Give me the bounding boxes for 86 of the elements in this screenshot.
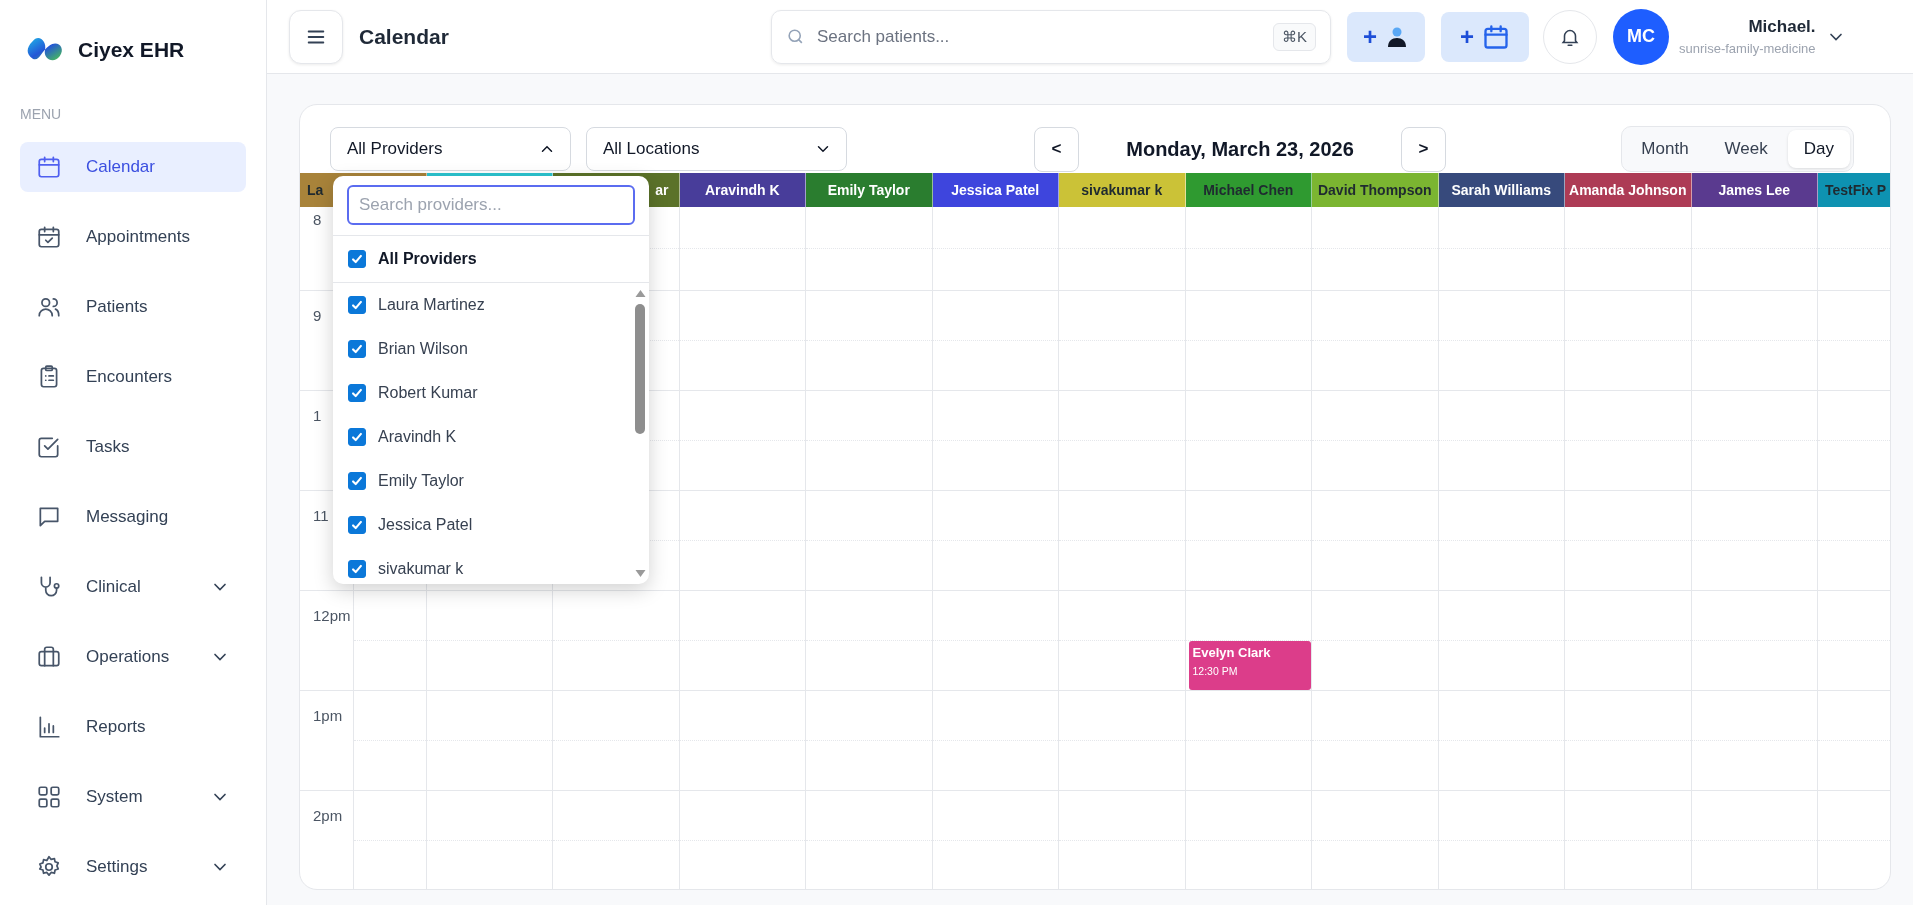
provider-option[interactable]: Robert Kumar xyxy=(333,371,631,415)
checkbox[interactable] xyxy=(348,428,366,446)
checkmark-icon xyxy=(350,342,364,356)
provider-option[interactable]: Emily Taylor xyxy=(333,459,631,503)
hour-label: 12pm xyxy=(313,607,351,624)
provider-column-header: sivakumar k xyxy=(1059,173,1186,207)
checkmark-icon xyxy=(350,252,364,266)
current-date: Monday, March 23, 2026 xyxy=(1125,137,1355,161)
search-input[interactable]: Search patients... xyxy=(815,25,1263,48)
checkbox[interactable] xyxy=(348,340,366,358)
user-name: Michael. xyxy=(1748,17,1816,37)
provider-column-header: Jessica Patel xyxy=(932,173,1059,207)
view-tab[interactable]: Week xyxy=(1708,130,1784,168)
scroll-down-arrow-icon[interactable] xyxy=(634,570,646,578)
checkbox[interactable] xyxy=(348,250,366,268)
provider-column-header: Sarah Williams xyxy=(1438,173,1565,207)
scrollbar-thumb[interactable] xyxy=(635,304,645,434)
calendar-check-icon xyxy=(36,224,62,250)
bar-chart-icon xyxy=(36,714,62,740)
provider-column-header: Aravindh K xyxy=(679,173,806,207)
checkbox[interactable] xyxy=(348,296,366,314)
sidebar-item[interactable]: Encounters xyxy=(20,352,246,402)
provider-column-header: Michael Chen xyxy=(1185,173,1312,207)
checkmark-icon xyxy=(350,430,364,444)
checkbox[interactable] xyxy=(348,560,366,578)
view-tab[interactable]: Month xyxy=(1625,130,1705,168)
hour-label: 8 xyxy=(313,211,322,228)
checkmark-icon xyxy=(350,386,364,400)
app-name: Ciyex EHR xyxy=(78,38,185,62)
checkmark-icon xyxy=(350,562,364,576)
scroll-up-arrow-icon[interactable] xyxy=(634,289,646,297)
checkbox[interactable] xyxy=(348,472,366,490)
sidebar-item[interactable]: Appointments xyxy=(20,212,246,262)
checkmark-icon xyxy=(350,518,364,532)
view-tab[interactable]: Day xyxy=(1787,130,1850,168)
search-field[interactable]: Search patients... ⌘K xyxy=(771,9,1331,64)
provider-search-field[interactable]: Search providers... xyxy=(347,185,635,225)
hour-label: 2pm xyxy=(313,807,343,824)
add-appointment-button[interactable]: + xyxy=(1441,11,1529,62)
sidebar-item[interactable]: Messaging xyxy=(20,492,246,542)
menu-button[interactable] xyxy=(289,9,343,64)
filter-dropdown[interactable]: All Locations xyxy=(586,127,847,171)
checkbox[interactable] xyxy=(348,516,366,534)
grid-icon xyxy=(36,784,62,810)
hour-label: 11 xyxy=(313,507,329,524)
checkbox[interactable] xyxy=(348,384,366,402)
provider-option[interactable]: Laura Martinez xyxy=(333,283,631,327)
checkmark-icon xyxy=(350,474,364,488)
chat-bubble-icon xyxy=(36,504,62,530)
next-day-button[interactable]: > xyxy=(1401,126,1446,172)
shortcut-badge: ⌘K xyxy=(1273,22,1316,51)
sidebar-item[interactable]: Settings xyxy=(20,842,246,892)
hour-label: 1pm xyxy=(313,707,343,724)
sidebar-item[interactable]: Calendar xyxy=(20,142,246,192)
checkbox-icon xyxy=(36,434,62,460)
previous-day-button[interactable]: < xyxy=(1034,126,1079,172)
notifications-button[interactable] xyxy=(1543,9,1597,64)
sidebar-item[interactable]: Patients xyxy=(20,282,246,332)
add-patient-button[interactable]: + xyxy=(1347,11,1425,62)
sidebar-item[interactable]: Tasks xyxy=(20,422,246,472)
provider-option[interactable]: Jessica Patel xyxy=(333,503,631,547)
hour-label: 9 xyxy=(313,307,322,324)
briefcase-icon xyxy=(36,644,62,670)
provider-column-header: James Lee xyxy=(1691,173,1818,207)
sidebar-item[interactable]: System xyxy=(20,772,246,822)
calendar-icon xyxy=(1482,22,1510,51)
user-organization: sunrise-family-medicine xyxy=(1679,41,1816,56)
menu-heading: MENU xyxy=(19,105,63,124)
provider-option[interactable]: Aravindh K xyxy=(333,415,631,459)
provider-option[interactable]: sivakumar k xyxy=(333,547,631,584)
appointment-event[interactable]: Evelyn Clark 12:30 PM xyxy=(1188,641,1311,690)
sidebar-item[interactable]: Clinical xyxy=(20,562,246,612)
provider-column-header: TestFix P xyxy=(1818,173,1890,207)
checkmark-icon xyxy=(350,298,364,312)
user-avatar[interactable]: MC xyxy=(1613,8,1669,65)
page-title: Calendar xyxy=(359,24,450,49)
sidebar-item[interactable]: Operations xyxy=(20,632,246,682)
calendar-icon xyxy=(36,154,62,180)
search-icon xyxy=(786,27,805,46)
provider-option[interactable]: Brian Wilson xyxy=(333,327,631,371)
provider-column-header: David Thompson xyxy=(1312,173,1439,207)
sidebar-item[interactable]: Reports xyxy=(20,702,246,752)
provider-column-header: Amanda Johnson xyxy=(1565,173,1692,207)
filter-dropdown[interactable]: All Providers xyxy=(330,127,571,171)
provider-column-header: Emily Taylor xyxy=(806,173,933,207)
hour-label: 1 xyxy=(313,407,322,424)
